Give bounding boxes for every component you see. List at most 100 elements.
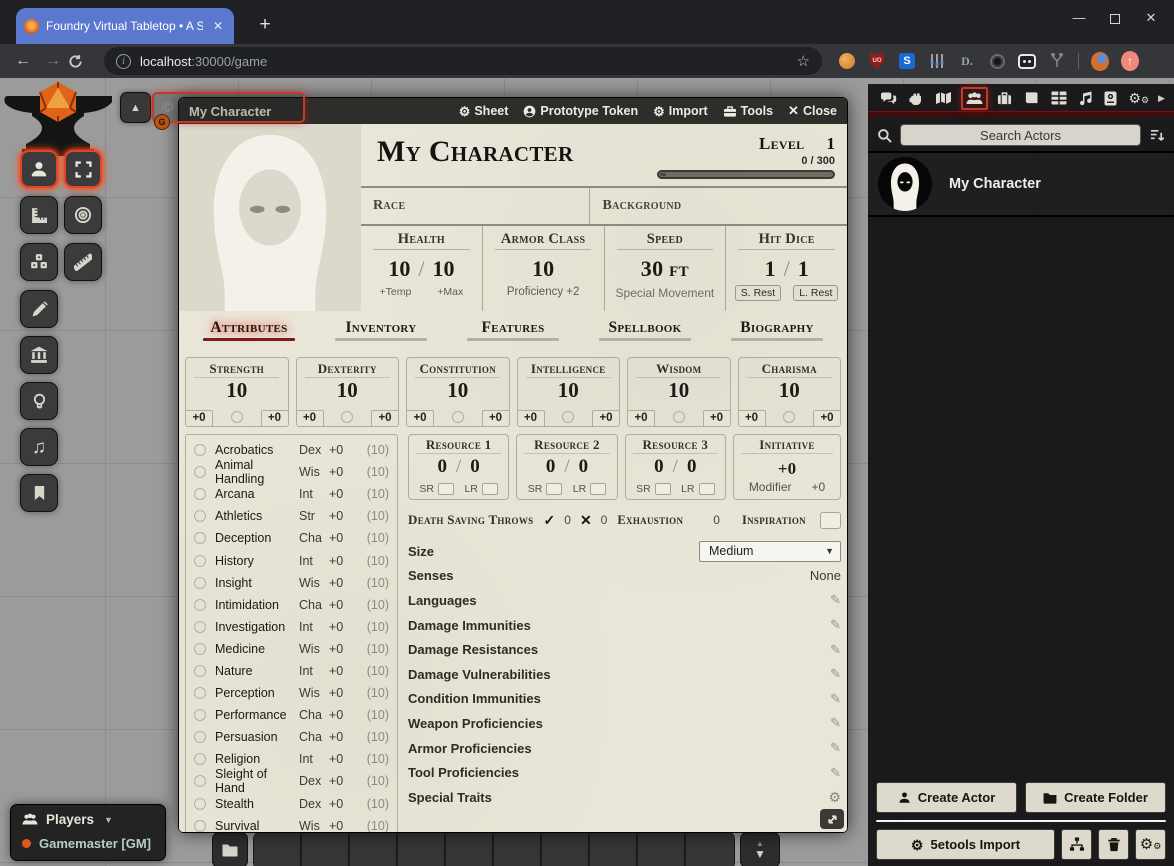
skill-proficiency-radio[interactable] [194, 488, 206, 500]
ability-name[interactable]: Dexterity [305, 361, 390, 378]
5etools-import-button[interactable]: ⚙ 5etools Import [876, 829, 1055, 860]
background-input[interactable] [689, 199, 847, 214]
macro-slot[interactable] [686, 833, 734, 866]
delete-button[interactable] [1098, 829, 1129, 860]
player-entry[interactable]: Gamemaster [GM] [22, 836, 154, 851]
ability-save[interactable]: +0 [482, 410, 510, 427]
special-movement-label[interactable]: Special Movement [616, 286, 715, 300]
cookie-extension-icon[interactable] [838, 52, 856, 70]
back-button[interactable]: ← [8, 52, 38, 70]
macro-slot[interactable] [542, 833, 590, 866]
bookmark-star-icon[interactable]: ☆ [797, 52, 810, 70]
resource-max[interactable]: 0 [687, 456, 697, 478]
tab-settings[interactable]: ⚙⚙ [1125, 88, 1152, 108]
skill-row[interactable]: Investigation Int +0 (10) [194, 616, 389, 638]
skill-proficiency-radio[interactable] [194, 643, 206, 655]
edit-icon[interactable]: ✎ [830, 691, 841, 707]
skill-name[interactable]: Medicine [215, 642, 299, 656]
folder-tree-button[interactable] [1061, 829, 1092, 860]
tab-scenes[interactable] [932, 88, 955, 108]
skill-name[interactable]: Performance [215, 708, 299, 722]
initiative-modifier[interactable]: +0 [812, 480, 826, 494]
resource-label[interactable]: Resource 3 [633, 437, 718, 454]
profile-avatar[interactable] [1091, 52, 1109, 70]
macro-slot[interactable] [638, 833, 686, 866]
resource-max[interactable]: 0 [470, 456, 480, 478]
tab-combat[interactable] [906, 88, 926, 109]
skill-proficiency-radio[interactable] [194, 444, 206, 456]
sliders-extension-icon[interactable] [928, 52, 946, 70]
new-tab-button[interactable]: + [252, 12, 278, 38]
resource-value[interactable]: 0 [546, 456, 556, 478]
token-tool-button[interactable] [20, 150, 58, 188]
macro-slot[interactable] [494, 833, 542, 866]
character-portrait[interactable] [179, 124, 361, 311]
macro-slot[interactable] [446, 833, 494, 866]
death-save-success-icon[interactable]: ✓ [544, 512, 556, 529]
skill-row[interactable]: Arcana Int +0 (10) [194, 483, 389, 505]
notes-tool-button[interactable] [20, 290, 58, 328]
ability-score[interactable]: 10 [447, 378, 468, 402]
tab-playlists[interactable] [1076, 88, 1095, 109]
players-header[interactable]: Players ▼ [22, 812, 154, 827]
browser-tab[interactable]: Foundry Virtual Tabletop • A Stan ✕ [16, 8, 234, 44]
lr-checkbox[interactable] [699, 483, 715, 495]
skill-name[interactable]: Sleight of Hand [215, 767, 299, 795]
tab-close-icon[interactable]: ✕ [210, 19, 226, 33]
ability-name[interactable]: Charisma [747, 361, 832, 378]
sidebar-collapse-icon[interactable]: ▶ [1158, 93, 1165, 104]
hp-temp-label[interactable]: +Temp [379, 286, 411, 298]
exhaustion-value[interactable]: 0 [713, 513, 720, 527]
short-rest-button[interactable]: S. Rest [735, 285, 781, 301]
tab-journal[interactable] [1021, 88, 1042, 108]
edit-icon[interactable]: ✎ [830, 715, 841, 731]
skill-row[interactable]: Insight Wis +0 (10) [194, 572, 389, 594]
background-field[interactable]: Background [589, 188, 847, 224]
skill-row[interactable]: Performance Cha +0 (10) [194, 704, 389, 726]
url-bar[interactable]: i localhost:30000/game ☆ [104, 47, 822, 75]
resource-label[interactable]: Resource 2 [524, 437, 609, 454]
d-extension-icon[interactable]: D. [958, 52, 976, 70]
speed-value[interactable]: 30 ft [641, 256, 689, 282]
edit-icon[interactable]: ✎ [830, 642, 841, 658]
sheet-tab[interactable]: Inventory [315, 319, 447, 346]
hd-max[interactable]: 1 [798, 256, 809, 282]
skill-name[interactable]: History [215, 554, 299, 568]
skill-name[interactable]: Arcana [215, 487, 299, 501]
window-resize-handle[interactable] [820, 809, 844, 829]
skill-proficiency-radio[interactable] [194, 753, 206, 765]
hit-dice-stat[interactable]: Hit Dice 1/1 S. RestL. Rest [725, 226, 847, 311]
size-select[interactable]: Medium▼ [699, 541, 841, 562]
death-save-successes[interactable]: 0 [564, 513, 571, 527]
sheet-tab[interactable]: Biography [711, 319, 843, 346]
death-save-failure-icon[interactable]: ✕ [580, 512, 592, 529]
special-traits-gear-icon[interactable]: ⚙ [828, 789, 841, 806]
skill-row[interactable]: Nature Int +0 (10) [194, 660, 389, 682]
skill-name[interactable]: Perception [215, 686, 299, 700]
skill-row[interactable]: Sleight of Hand Dex +0 (10) [194, 770, 389, 792]
ability-score[interactable]: 10 [558, 378, 579, 402]
skill-proficiency-radio[interactable] [194, 621, 206, 633]
tab-items[interactable] [994, 88, 1015, 108]
forward-button[interactable]: → [38, 52, 68, 70]
lighting-tool-button[interactable] [20, 382, 58, 420]
skill-name[interactable]: Religion [215, 752, 299, 766]
skill-name[interactable]: Deception [215, 531, 299, 545]
sheet-tab[interactable]: Spellbook [579, 319, 711, 346]
long-rest-button[interactable]: L. Rest [793, 285, 838, 301]
scene-nav-active-item[interactable]: © [152, 92, 305, 123]
hotbar-page-control[interactable]: ▲ ▼ [740, 832, 780, 866]
target-tool-button[interactable] [64, 196, 102, 234]
create-folder-button[interactable]: Create Folder [1025, 782, 1166, 813]
tiles-tool-button[interactable] [20, 336, 58, 374]
skill-name[interactable]: Intimidation [215, 598, 299, 612]
edit-icon[interactable]: ✎ [830, 592, 841, 608]
reload-button[interactable] [68, 54, 98, 69]
ruler-tool-button[interactable] [64, 243, 102, 281]
ability-block[interactable]: Wisdom 10 +0 +0 [627, 357, 731, 427]
page-down-icon[interactable]: ▼ [754, 848, 766, 860]
skill-row[interactable]: Medicine Wis +0 (10) [194, 638, 389, 660]
ability-save[interactable]: +0 [813, 410, 841, 427]
resource-block[interactable]: Resource 1 0/0 SR LR [408, 434, 509, 500]
skill-row[interactable]: Persuasion Cha +0 (10) [194, 726, 389, 748]
